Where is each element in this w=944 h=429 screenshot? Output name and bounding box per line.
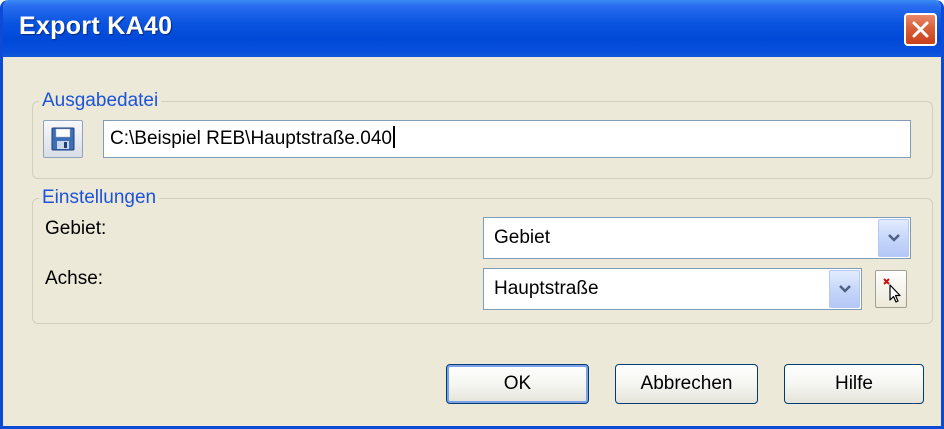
text-caret [392,126,395,148]
settings-group-label: Einstellungen [39,187,160,209]
axis-dropdown-button[interactable] [829,270,860,308]
axis-label: Achse: [45,268,104,289]
area-dropdown-button[interactable] [878,219,909,257]
pick-axis-button[interactable] [875,270,907,308]
dialog-title: Export KA40 [19,12,173,40]
output-file-path-value: C:\Beispiel REB\Hauptstraße.040 [110,128,392,149]
export-dialog: Export KA40 Ausgabedatei C:\Beispiel REB… [0,0,944,429]
help-button[interactable]: Hilfe [784,364,924,404]
area-label: Gebiet: [45,218,107,239]
axis-combobox-value: Hauptstraße [494,278,599,299]
output-file-group-label: Ausgabedatei [39,90,162,112]
title-bar[interactable]: Export KA40 [3,0,941,57]
output-file-path-input[interactable]: C:\Beispiel REB\Hauptstraße.040 [103,120,911,158]
axis-combobox[interactable]: Hauptstraße [483,268,862,310]
area-combobox[interactable]: Gebiet [483,217,911,259]
cancel-button[interactable]: Abbrechen [615,364,758,404]
close-button[interactable] [904,13,937,46]
area-combobox-value: Gebiet [494,227,550,248]
save-file-button[interactable] [43,120,83,158]
ok-button[interactable]: OK [446,364,589,404]
